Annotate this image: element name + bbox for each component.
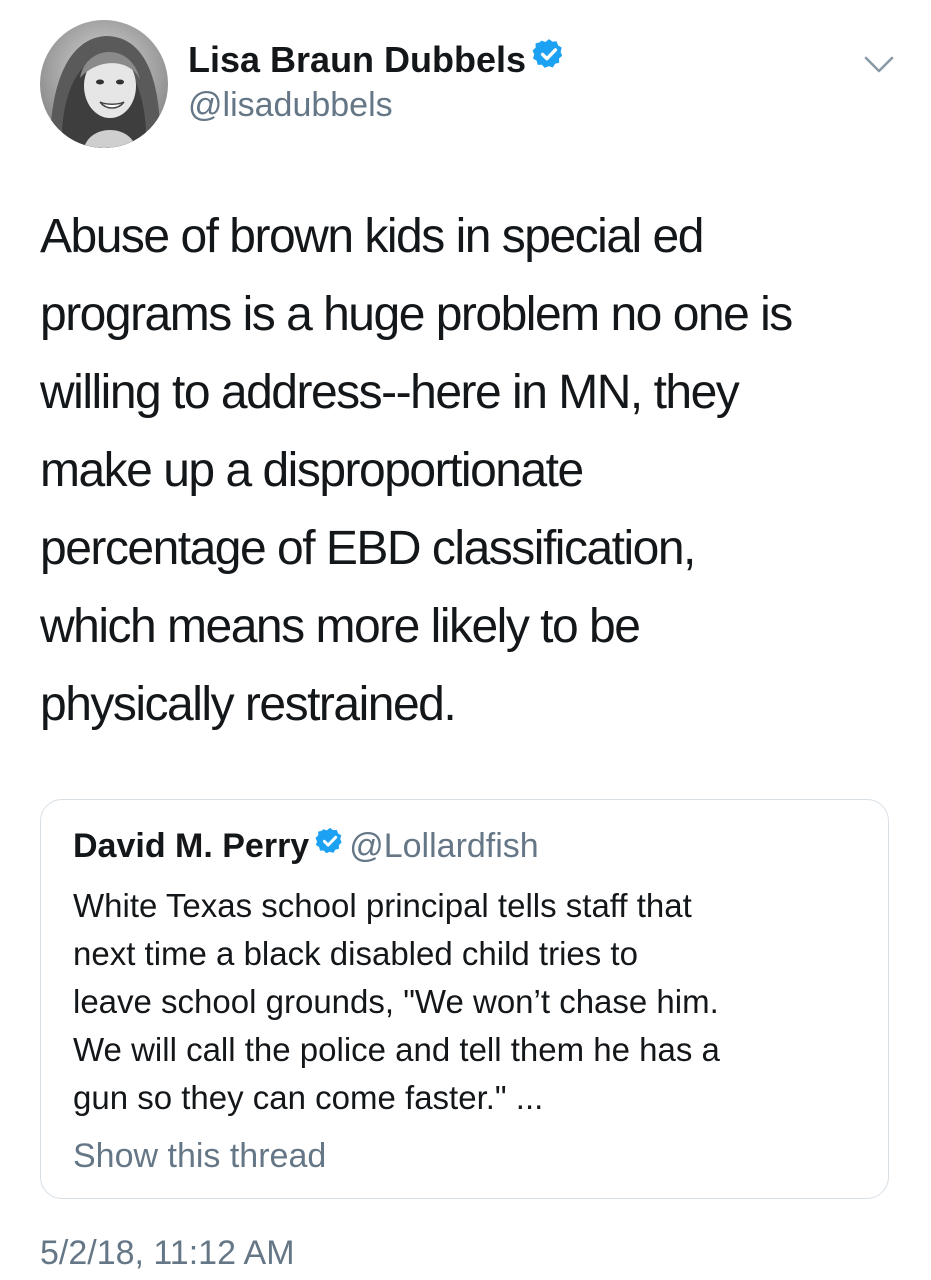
tweet-text: Abuse of brown kids in special ed progra… (40, 210, 793, 731)
verified-badge-icon (315, 823, 345, 867)
author-avatar[interactable] (40, 20, 168, 148)
author-handle[interactable]: @lisadubbels (188, 84, 393, 126)
avatar-image (40, 20, 168, 148)
show-thread-link[interactable]: Show this thread (73, 1134, 326, 1178)
quoted-tweet-card[interactable]: David M. Perry @Lollardfish White Texas … (40, 799, 889, 1199)
verified-badge-icon (532, 37, 566, 81)
quoted-tweet-author: David M. Perry (73, 827, 310, 865)
tweet-timestamp[interactable]: 5/2/18, 11:12 AM (40, 1231, 295, 1275)
quoted-tweet-text: White Texas school principal tells staff… (73, 887, 720, 1116)
chevron-down-icon[interactable] (862, 52, 896, 78)
author-name-text: Lisa Braun Dubbels (188, 39, 527, 80)
quoted-tweet-header: David M. Perry @Lollardfish (73, 824, 539, 868)
author-name[interactable]: Lisa Braun Dubbels (188, 38, 566, 82)
quoted-tweet-handle: @Lollardfish (349, 827, 539, 865)
